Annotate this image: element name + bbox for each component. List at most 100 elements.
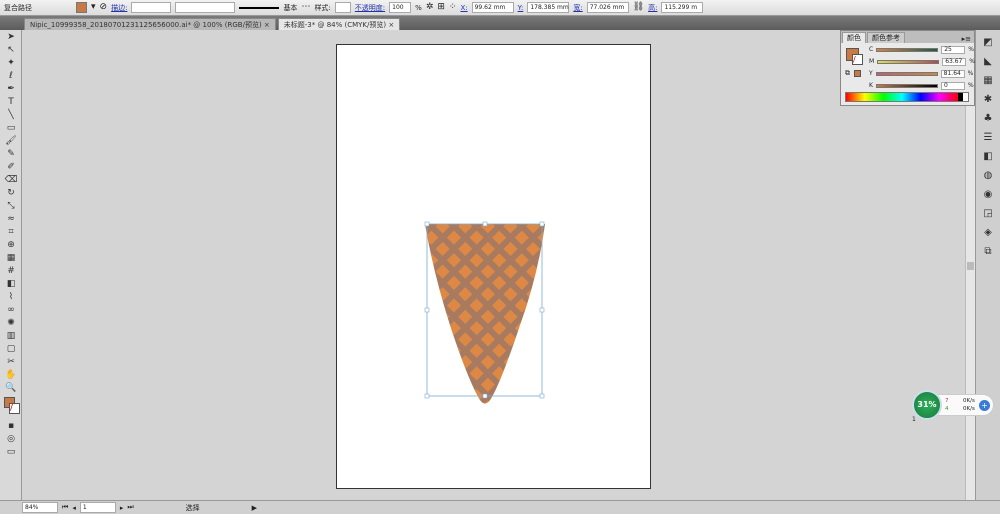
mesh-tool-icon[interactable]: # — [4, 265, 18, 277]
stroke-none-icon[interactable]: ⊘ — [100, 2, 108, 13]
screen-mode-icon[interactable]: ▭ — [4, 446, 18, 458]
reference-point-icon[interactable]: ⁘ — [449, 2, 457, 13]
brushes-icon[interactable]: ✱ — [981, 94, 995, 106]
artboard-number-select[interactable]: 1 — [79, 502, 116, 513]
slider-c[interactable]: C 25% — [869, 45, 974, 54]
height-field[interactable]: 115.299 m — [661, 2, 704, 13]
magic-wand-tool-icon[interactable]: ✦ — [4, 57, 18, 69]
pen-tool-icon[interactable]: ✒ — [4, 83, 18, 95]
layers-icon[interactable]: ◈ — [981, 227, 995, 239]
free-transform-tool-icon[interactable]: ⌗ — [4, 226, 18, 238]
symbol-sprayer-tool-icon[interactable]: ✺ — [4, 317, 18, 329]
slider-k[interactable]: K 0% — [869, 81, 974, 90]
slider-y[interactable]: Y 81.64% — [869, 69, 973, 78]
network-speed-widget[interactable]: 7 4 0K/s 0K/s + 31% 1 — [912, 390, 994, 423]
slider-m[interactable]: M 63.67% — [869, 57, 975, 66]
tab-color-guide[interactable]: 颜色参考 — [867, 32, 905, 43]
c-value-field[interactable]: 25 — [941, 45, 966, 54]
status-menu-icon[interactable]: ▶ — [252, 504, 257, 512]
x-field[interactable]: 99.62 mm — [471, 2, 514, 13]
network-percent-ball[interactable]: 31% — [912, 390, 942, 420]
pencil-tool-icon[interactable]: ✎ — [4, 148, 18, 160]
stroke-profile[interactable]: 基本 — [283, 3, 297, 13]
panel-menu-icon[interactable]: ▸≡ — [962, 35, 974, 43]
rotate-tool-icon[interactable]: ↻ — [4, 187, 18, 199]
gradient-icon[interactable]: ◧ — [981, 151, 995, 163]
scale-tool-icon[interactable]: ⤡ — [4, 200, 18, 212]
selection-tool-icon[interactable]: ➤ — [4, 31, 18, 43]
zoom-tool-icon[interactable]: 🔍 — [4, 382, 18, 394]
blob-brush-tool-icon[interactable]: ✐ — [4, 161, 18, 173]
out-of-gamut-icon[interactable]: ⧉ — [845, 69, 850, 78]
paintbrush-tool-icon[interactable]: 🖌 — [4, 135, 18, 147]
variable-width-select[interactable] — [175, 2, 236, 13]
perspective-grid-tool-icon[interactable]: ▦ — [4, 252, 18, 264]
lasso-tool-icon[interactable]: ℓ — [4, 70, 18, 82]
drawing-mode-icon[interactable]: ◎ — [4, 433, 18, 445]
accelerate-icon[interactable]: + — [979, 400, 990, 411]
prev-artboard-icon[interactable]: ◂ — [72, 504, 76, 512]
eraser-tool-icon[interactable]: ⌫ — [4, 174, 18, 186]
hand-tool-icon[interactable]: ✋ — [4, 369, 18, 381]
appearance-icon[interactable]: ◉ — [981, 189, 995, 201]
slice-tool-icon[interactable]: ✂ — [4, 356, 18, 368]
y-field[interactable]: 178.385 mm — [527, 2, 570, 13]
shape-builder-tool-icon[interactable]: ⊕ — [4, 239, 18, 251]
color-panel-icon[interactable]: ◩ — [981, 37, 995, 49]
style-label: 样式: — [314, 3, 331, 12]
brush-icon[interactable]: ⋯ — [301, 2, 310, 13]
swatches-icon[interactable]: ▦ — [981, 75, 995, 87]
stroke-icon[interactable]: ☰ — [981, 132, 995, 144]
transparency-icon[interactable]: ◍ — [981, 170, 995, 182]
opacity-field[interactable]: 100 — [389, 2, 412, 13]
blend-tool-icon[interactable]: ∞ — [4, 304, 18, 316]
stroke-label[interactable]: 描边: — [111, 3, 127, 13]
rectangle-tool-icon[interactable]: ▭ — [4, 122, 18, 134]
x-label: X: — [460, 3, 468, 12]
symbols-icon[interactable]: ♣ — [981, 113, 995, 125]
warp-tool-icon[interactable]: ≈ — [4, 213, 18, 225]
color-panel: 颜色 颜色参考 ▸≡ / ⧉ C 25% M 63.67% Y 81.64% K 0% — [840, 30, 975, 106]
tab-untitled-3[interactable]: 未标题-3* @ 84% (CMYK/预览) × — [277, 18, 401, 30]
k-value-field[interactable]: 0 — [940, 81, 965, 90]
color-guide-icon[interactable]: ◣ — [981, 56, 995, 68]
fill-stroke-swatches[interactable]: / — [2, 397, 20, 417]
tab-color[interactable]: 颜色 — [842, 32, 866, 43]
gradient-tool-icon[interactable]: ◧ — [4, 278, 18, 290]
eyedropper-tool-icon[interactable]: ⌇ — [4, 291, 18, 303]
zoom-select[interactable]: 84% — [22, 502, 58, 513]
gamut-color-swatch[interactable] — [854, 70, 861, 77]
color-spectrum[interactable] — [845, 92, 969, 102]
first-artboard-icon[interactable]: ⏮ — [62, 503, 68, 512]
line-tool-icon[interactable]: ╲ — [4, 109, 18, 121]
artboards-icon[interactable]: ⧉ — [981, 246, 995, 258]
stroke-swatch[interactable]: / — [9, 403, 20, 414]
download-speed: 0K/s — [963, 406, 975, 412]
next-artboard-icon[interactable]: ▸ — [120, 504, 124, 512]
tab-nipic[interactable]: Nipic_10999358_20180701231125656000.ai* … — [24, 18, 276, 30]
y-value-field[interactable]: 81.64 — [940, 69, 965, 78]
upload-speed: 0K/s — [963, 398, 975, 404]
current-tool-status[interactable]: 选择 — [138, 503, 248, 513]
fill-swatch[interactable] — [76, 2, 87, 13]
type-tool-icon[interactable]: T — [4, 96, 18, 108]
direct-selection-tool-icon[interactable]: ↖ — [4, 44, 18, 56]
color-mode-icon[interactable]: ▪ — [4, 420, 18, 432]
upload-count: 7 — [945, 398, 949, 404]
align-icon[interactable]: ⊞ — [437, 2, 445, 13]
stroke-weight-field[interactable] — [131, 2, 172, 13]
graphic-styles-icon[interactable]: ◲ — [981, 208, 995, 220]
recolor-icon[interactable]: ✲ — [426, 2, 434, 13]
style-select[interactable] — [334, 2, 351, 13]
m-value-field[interactable]: 63.67 — [942, 57, 967, 66]
scroll-thumb[interactable] — [967, 262, 974, 270]
waffle-cone-artwork[interactable] — [420, 215, 550, 410]
column-graph-tool-icon[interactable]: ▥ — [4, 330, 18, 342]
opacity-label[interactable]: 不透明度: — [355, 3, 385, 13]
chevron-down-icon[interactable]: ▾ — [91, 2, 96, 13]
stroke-color-swatch[interactable]: / — [852, 54, 863, 65]
width-field[interactable]: 77.026 mm — [586, 2, 629, 13]
link-icon[interactable]: ⛓ — [633, 2, 644, 13]
last-artboard-icon[interactable]: ⏭ — [127, 503, 133, 512]
artboard-tool-icon[interactable]: ▢ — [4, 343, 18, 355]
